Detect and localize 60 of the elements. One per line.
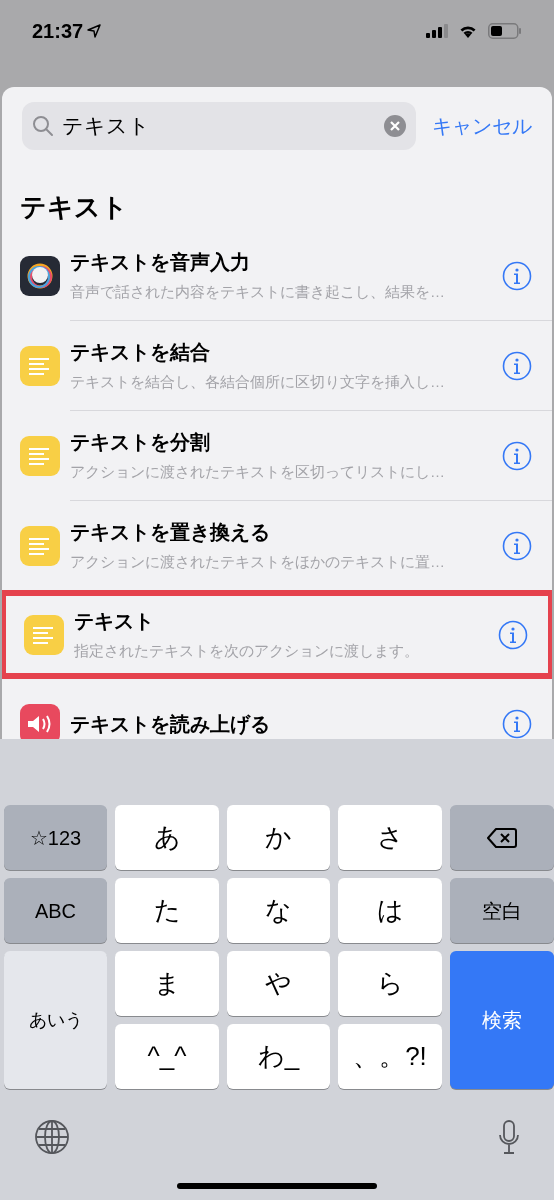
- action-description: アクションに渡されたテキストを区切ってリストにし…: [70, 462, 446, 483]
- keyboard-key[interactable]: 空白: [450, 878, 554, 943]
- search-icon: [32, 115, 54, 137]
- keyboard-key[interactable]: あいう: [4, 951, 107, 1089]
- text-lines-icon: [20, 435, 60, 476]
- keyboard-key[interactable]: か: [227, 805, 330, 870]
- search-field[interactable]: テキスト: [22, 102, 416, 150]
- info-icon[interactable]: [502, 440, 532, 471]
- info-icon[interactable]: [502, 708, 532, 739]
- speaker-icon: [20, 703, 60, 739]
- info-icon[interactable]: [502, 530, 532, 561]
- status-time: 21:37: [32, 19, 84, 44]
- keyboard-key[interactable]: あ: [115, 805, 219, 870]
- globe-icon[interactable]: [34, 1119, 70, 1155]
- action-description: 音声で話された内容をテキストに書き起こし、結果を…: [70, 282, 446, 303]
- search-value: テキスト: [62, 113, 151, 140]
- microphone-icon[interactable]: [498, 1119, 520, 1155]
- delete-key[interactable]: [450, 805, 554, 870]
- section-title: テキスト: [19, 191, 129, 224]
- action-row[interactable]: テキストを分割 アクションに渡されたテキストを区切ってリストにし…: [2, 411, 552, 500]
- keyboard-key[interactable]: や: [227, 951, 330, 1016]
- keyboard-key[interactable]: ABC: [4, 878, 107, 943]
- action-row[interactable]: テキストを置き換える アクションに渡されたテキストをほかのテキストに置…: [2, 501, 552, 590]
- keyboard-key[interactable]: な: [227, 878, 330, 943]
- action-title: テキストを結合: [70, 340, 211, 366]
- keyboard-key[interactable]: ら: [338, 951, 442, 1016]
- location-arrow-icon: [87, 24, 102, 38]
- keyboard-key[interactable]: さ: [338, 805, 442, 870]
- action-row[interactable]: テキストを結合 テキストを結合し、各結合個所に区切り文字を挿入し…: [2, 321, 552, 410]
- clear-icon[interactable]: [384, 115, 406, 137]
- text-lines-icon: [24, 614, 64, 655]
- action-title: テキストを分割: [70, 430, 211, 456]
- action-description: 指定されたテキストを次のアクションに渡します。: [74, 641, 420, 662]
- text-lines-icon: [20, 525, 60, 566]
- info-icon[interactable]: [502, 350, 532, 381]
- action-row[interactable]: テキストを音声入力 音声で話された内容をテキストに書き起こし、結果を…: [2, 231, 552, 320]
- keyboard-key[interactable]: は: [338, 878, 442, 943]
- cancel-button[interactable]: キャンセル: [432, 111, 532, 141]
- action-title: テキストを置き換える: [70, 520, 271, 546]
- info-icon[interactable]: [498, 619, 528, 650]
- action-row[interactable]: テキスト 指定されたテキストを次のアクションに渡します。: [2, 590, 552, 679]
- action-title: テキスト: [74, 609, 155, 635]
- keyboard-key[interactable]: ^_^: [115, 1024, 219, 1089]
- keyboard-key[interactable]: ま: [115, 951, 219, 1016]
- info-icon[interactable]: [502, 260, 532, 291]
- text-lines-icon: [20, 345, 60, 386]
- delete-icon: [487, 826, 517, 849]
- action-title: テキストを読み上げる: [70, 711, 271, 737]
- wifi-icon: [458, 24, 478, 38]
- keyboard-key[interactable]: 検索: [450, 951, 554, 1089]
- keyboard-key[interactable]: 、。?!: [338, 1024, 442, 1089]
- action-description: アクションに渡されたテキストをほかのテキストに置…: [70, 552, 446, 573]
- action-description: テキストを結合し、各結合個所に区切り文字を挿入し…: [70, 372, 446, 393]
- signal-icon: [426, 24, 448, 38]
- keyboard-key[interactable]: た: [115, 878, 219, 943]
- battery-icon: [488, 23, 522, 39]
- keyboard-key[interactable]: ☆123: [4, 805, 107, 870]
- keyboard-key[interactable]: わ_: [227, 1024, 330, 1089]
- dictation-icon: [20, 255, 60, 296]
- action-title: テキストを音声入力: [70, 250, 251, 276]
